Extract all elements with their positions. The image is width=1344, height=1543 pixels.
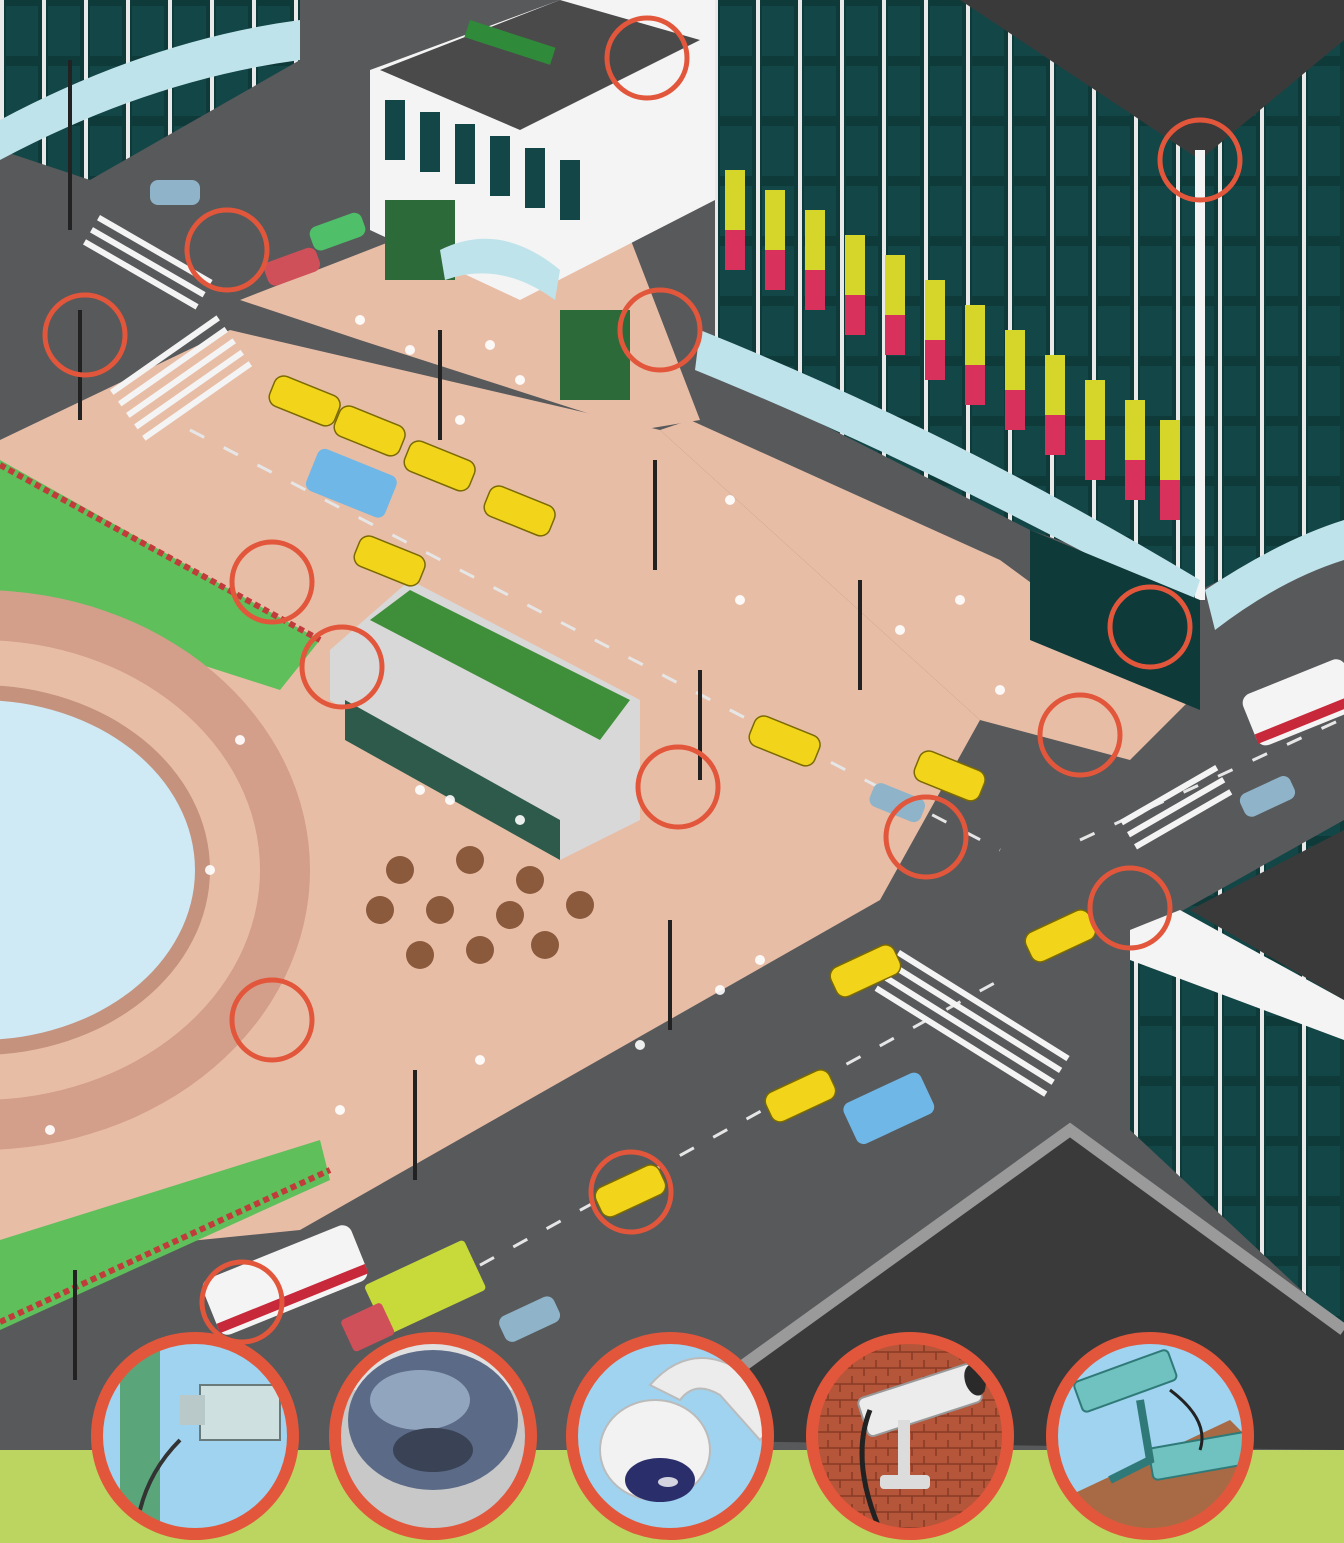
- camera-type-2: [329, 1332, 537, 1540]
- city-surveillance-illustration: [0, 0, 1344, 1543]
- office-tower-corner: [1195, 150, 1205, 600]
- camera-type-4: [806, 1332, 1014, 1540]
- camera-type-1: [91, 1332, 299, 1540]
